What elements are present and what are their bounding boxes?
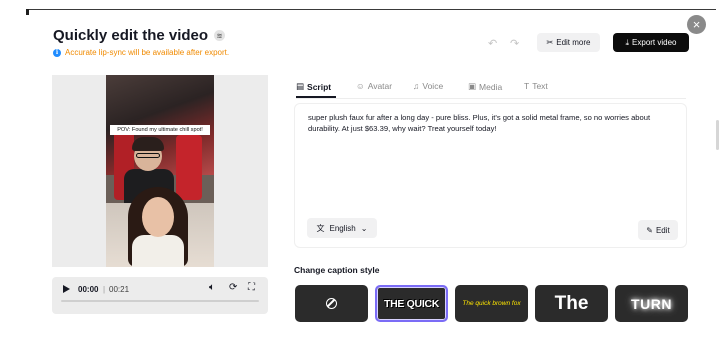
presenter-body [132, 235, 184, 267]
redo-icon[interactable]: ↷ [510, 37, 519, 50]
gaming-chair [176, 135, 202, 200]
script-icon: ▤ [296, 81, 305, 91]
current-time: 00:00 [78, 285, 99, 294]
caption-style-yellow[interactable]: The quick brown fox [455, 285, 528, 322]
caption-style-yellow-label: The quick brown fox [462, 300, 521, 307]
scrollbar-thumb[interactable] [716, 120, 719, 150]
script-text[interactable]: super plush faux fur after a long day - … [308, 112, 678, 134]
tab-script[interactable]: ▤ Script [296, 81, 331, 92]
page-title-text: Quickly edit the video [53, 27, 209, 44]
video-preview[interactable]: POV: Found my ultimate chill spot! [106, 75, 214, 267]
lipsync-notice: i Accurate lip-sync will be available af… [53, 48, 229, 57]
fullscreen-icon[interactable]: ⛶ [248, 282, 255, 293]
tab-voice[interactable]: ♫ Voice [413, 81, 443, 91]
edit-more-label: Edit more [556, 38, 591, 47]
progress-bar[interactable] [61, 300, 259, 302]
tab-avatar[interactable]: ☺ Avatar [356, 81, 392, 91]
scissors-icon: ✂ [546, 38, 554, 47]
caption-style-heading: Change caption style [294, 265, 380, 275]
tab-text[interactable]: T Text [524, 81, 548, 91]
caption-style-bold[interactable]: THE QUICK [375, 285, 448, 322]
total-time: 00:21 [109, 285, 130, 294]
info-icon: i [53, 48, 61, 57]
tab-media[interactable]: ▣ Media [468, 81, 502, 92]
video-caption-overlay: POV: Found my ultimate chill spot! [110, 125, 210, 135]
speed-icon[interactable]: ⟳ [229, 282, 237, 293]
chevron-down-icon: ⌄ [360, 223, 368, 233]
media-icon: ▣ [468, 81, 477, 91]
caption-style-large[interactable]: The [535, 285, 608, 322]
voice-icon: ♫ [413, 81, 420, 91]
language-selector[interactable]: 文 English ⌄ [307, 218, 377, 238]
language-label: English [329, 223, 356, 233]
tab-text-label: Text [532, 81, 548, 91]
undo-icon[interactable]: ↶ [488, 37, 497, 50]
caption-style-bold-label: THE QUICK [383, 297, 440, 310]
script-editor: super plush faux fur after a long day - … [294, 103, 687, 248]
tab-voice-label: Voice [422, 81, 444, 91]
child-glasses [136, 153, 160, 158]
translate-icon: 文 [316, 223, 325, 233]
window-top-border [26, 9, 716, 10]
presenter-face [142, 197, 174, 237]
close-button[interactable]: × [687, 15, 706, 34]
edit-script-button[interactable]: ✎ Edit [638, 220, 678, 240]
tabs-divider [296, 98, 686, 99]
pencil-icon: ✎ [646, 225, 653, 235]
export-label: Export video [632, 38, 677, 47]
time-separator: | [103, 285, 106, 294]
help-badge-icon[interactable]: ≋ [214, 30, 226, 41]
download-icon: ⤓ [625, 37, 630, 47]
tab-script-label: Script [307, 81, 332, 92]
avatar-icon: ☺ [356, 81, 365, 91]
notice-text: Accurate lip-sync will be available afte… [65, 48, 230, 57]
tab-media-label: Media [479, 81, 503, 92]
caption-style-large-label: The [554, 292, 589, 314]
caption-style-glow-label: TURN [631, 295, 672, 312]
video-player-controls: 00:00 | 00:21 🔈︎ ⟳ ⛶ [52, 277, 268, 314]
text-icon: T [524, 81, 530, 91]
edit-more-button[interactable]: ✂ Edit more [537, 33, 600, 52]
close-icon: × [692, 17, 701, 32]
volume-icon[interactable]: 🔈︎ [209, 282, 215, 293]
play-icon[interactable] [63, 285, 70, 293]
caption-style-glow[interactable]: TURN [615, 285, 688, 322]
child-hair [132, 137, 164, 151]
caption-style-none[interactable] [295, 285, 368, 322]
edit-label: Edit [655, 225, 670, 235]
page-title: Quickly edit the video ≋ [53, 27, 226, 44]
no-caption-icon [326, 298, 337, 309]
tab-avatar-label: Avatar [367, 81, 393, 91]
window-corner [26, 9, 29, 15]
export-video-button[interactable]: ⤓ Export video [613, 33, 689, 52]
